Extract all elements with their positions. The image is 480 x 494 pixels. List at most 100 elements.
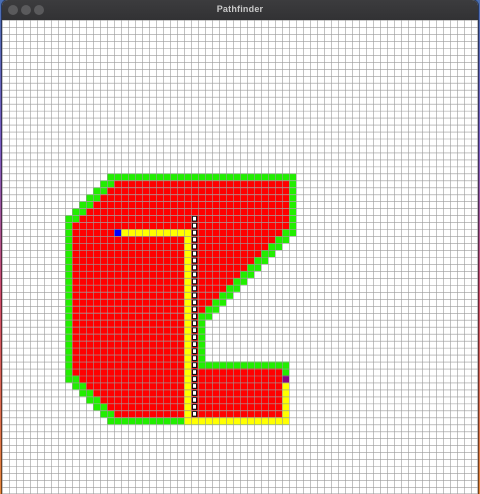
obstacle-cell[interactable] — [100, 396, 107, 404]
obstacle-cell[interactable] — [86, 215, 93, 223]
obstacle-cell[interactable] — [114, 403, 121, 411]
obstacle-cell[interactable] — [156, 201, 163, 209]
obstacle-cell[interactable] — [163, 319, 170, 327]
obstacle-cell[interactable] — [107, 229, 114, 237]
boundary-cell[interactable] — [289, 173, 296, 181]
obstacle-cell[interactable] — [163, 368, 170, 376]
obstacle-cell[interactable] — [114, 180, 121, 188]
obstacle-cell[interactable] — [107, 347, 114, 355]
boundary-cell[interactable] — [198, 361, 205, 369]
obstacle-cell[interactable] — [100, 305, 107, 313]
obstacle-cell[interactable] — [86, 263, 93, 271]
obstacle-cell[interactable] — [282, 187, 289, 195]
obstacle-cell[interactable] — [219, 208, 226, 216]
obstacle-cell[interactable] — [177, 319, 184, 327]
obstacle-cell[interactable] — [142, 403, 149, 411]
obstacle-cell[interactable] — [114, 284, 121, 292]
obstacle-cell[interactable] — [184, 187, 191, 195]
obstacle-cell[interactable] — [219, 403, 226, 411]
pathfinder-grid-canvas[interactable] — [2, 20, 478, 494]
obstacle-cell[interactable] — [100, 312, 107, 320]
boundary-cell[interactable] — [72, 375, 79, 383]
obstacle-cell[interactable] — [149, 243, 156, 251]
path-cell[interactable] — [184, 243, 191, 251]
obstacle-cell[interactable] — [93, 243, 100, 251]
obstacle-cell[interactable] — [163, 194, 170, 202]
obstacle-cell[interactable] — [282, 194, 289, 202]
obstacle-cell[interactable] — [240, 403, 247, 411]
obstacle-cell[interactable] — [100, 250, 107, 257]
obstacle-cell[interactable] — [275, 368, 282, 376]
frontier-cell[interactable] — [191, 341, 198, 348]
obstacle-cell[interactable] — [212, 270, 219, 278]
obstacle-cell[interactable] — [219, 201, 226, 209]
obstacle-cell[interactable] — [268, 396, 275, 404]
obstacle-cell[interactable] — [114, 236, 121, 244]
obstacle-cell[interactable] — [142, 354, 149, 362]
obstacle-cell[interactable] — [212, 389, 219, 397]
obstacle-cell[interactable] — [233, 208, 240, 216]
obstacle-cell[interactable] — [121, 277, 128, 285]
obstacle-cell[interactable] — [177, 326, 184, 334]
obstacle-cell[interactable] — [254, 375, 261, 383]
obstacle-cell[interactable] — [170, 201, 177, 209]
obstacle-cell[interactable] — [212, 291, 219, 299]
boundary-cell[interactable] — [65, 291, 72, 299]
obstacle-cell[interactable] — [219, 263, 226, 271]
obstacle-cell[interactable] — [79, 229, 86, 237]
obstacle-cell[interactable] — [142, 326, 149, 334]
obstacle-cell[interactable] — [149, 312, 156, 320]
boundary-cell[interactable] — [177, 173, 184, 181]
path-cell[interactable] — [184, 291, 191, 299]
obstacle-cell[interactable] — [240, 187, 247, 195]
obstacle-cell[interactable] — [233, 222, 240, 230]
obstacle-cell[interactable] — [198, 375, 205, 383]
obstacle-cell[interactable] — [128, 236, 135, 244]
obstacle-cell[interactable] — [121, 410, 128, 418]
obstacle-cell[interactable] — [72, 354, 79, 362]
obstacle-cell[interactable] — [100, 270, 107, 278]
obstacle-cell[interactable] — [128, 250, 135, 257]
obstacle-cell[interactable] — [72, 319, 79, 327]
obstacle-cell[interactable] — [79, 319, 86, 327]
obstacle-cell[interactable] — [275, 229, 282, 237]
obstacle-cell[interactable] — [149, 263, 156, 271]
obstacle-cell[interactable] — [163, 382, 170, 390]
boundary-cell[interactable] — [121, 173, 128, 181]
obstacle-cell[interactable] — [254, 236, 261, 244]
frontier-cell[interactable] — [191, 257, 198, 264]
path-cell[interactable] — [184, 284, 191, 292]
obstacle-cell[interactable] — [219, 284, 226, 292]
obstacle-cell[interactable] — [100, 208, 107, 216]
obstacle-cell[interactable] — [268, 236, 275, 244]
obstacle-cell[interactable] — [163, 215, 170, 223]
obstacle-cell[interactable] — [261, 410, 268, 418]
obstacle-cell[interactable] — [205, 222, 212, 230]
obstacle-cell[interactable] — [170, 305, 177, 313]
obstacle-cell[interactable] — [121, 354, 128, 362]
obstacle-cell[interactable] — [198, 389, 205, 397]
obstacle-cell[interactable] — [177, 263, 184, 271]
obstacle-cell[interactable] — [156, 305, 163, 313]
obstacle-cell[interactable] — [275, 208, 282, 216]
obstacle-cell[interactable] — [128, 375, 135, 383]
path-cell[interactable] — [184, 410, 191, 418]
obstacle-cell[interactable] — [177, 305, 184, 313]
obstacle-cell[interactable] — [149, 187, 156, 195]
obstacle-cell[interactable] — [142, 382, 149, 390]
obstacle-cell[interactable] — [177, 382, 184, 390]
obstacle-cell[interactable] — [128, 257, 135, 264]
obstacle-cell[interactable] — [72, 263, 79, 271]
boundary-cell[interactable] — [65, 319, 72, 327]
obstacle-cell[interactable] — [219, 180, 226, 188]
obstacle-cell[interactable] — [261, 382, 268, 390]
obstacle-cell[interactable] — [93, 389, 100, 397]
obstacle-cell[interactable] — [177, 222, 184, 230]
obstacle-cell[interactable] — [205, 215, 212, 223]
obstacle-cell[interactable] — [212, 243, 219, 251]
obstacle-cell[interactable] — [72, 236, 79, 244]
obstacle-cell[interactable] — [121, 236, 128, 244]
obstacle-cell[interactable] — [149, 298, 156, 306]
obstacle-cell[interactable] — [128, 298, 135, 306]
obstacle-cell[interactable] — [114, 305, 121, 313]
